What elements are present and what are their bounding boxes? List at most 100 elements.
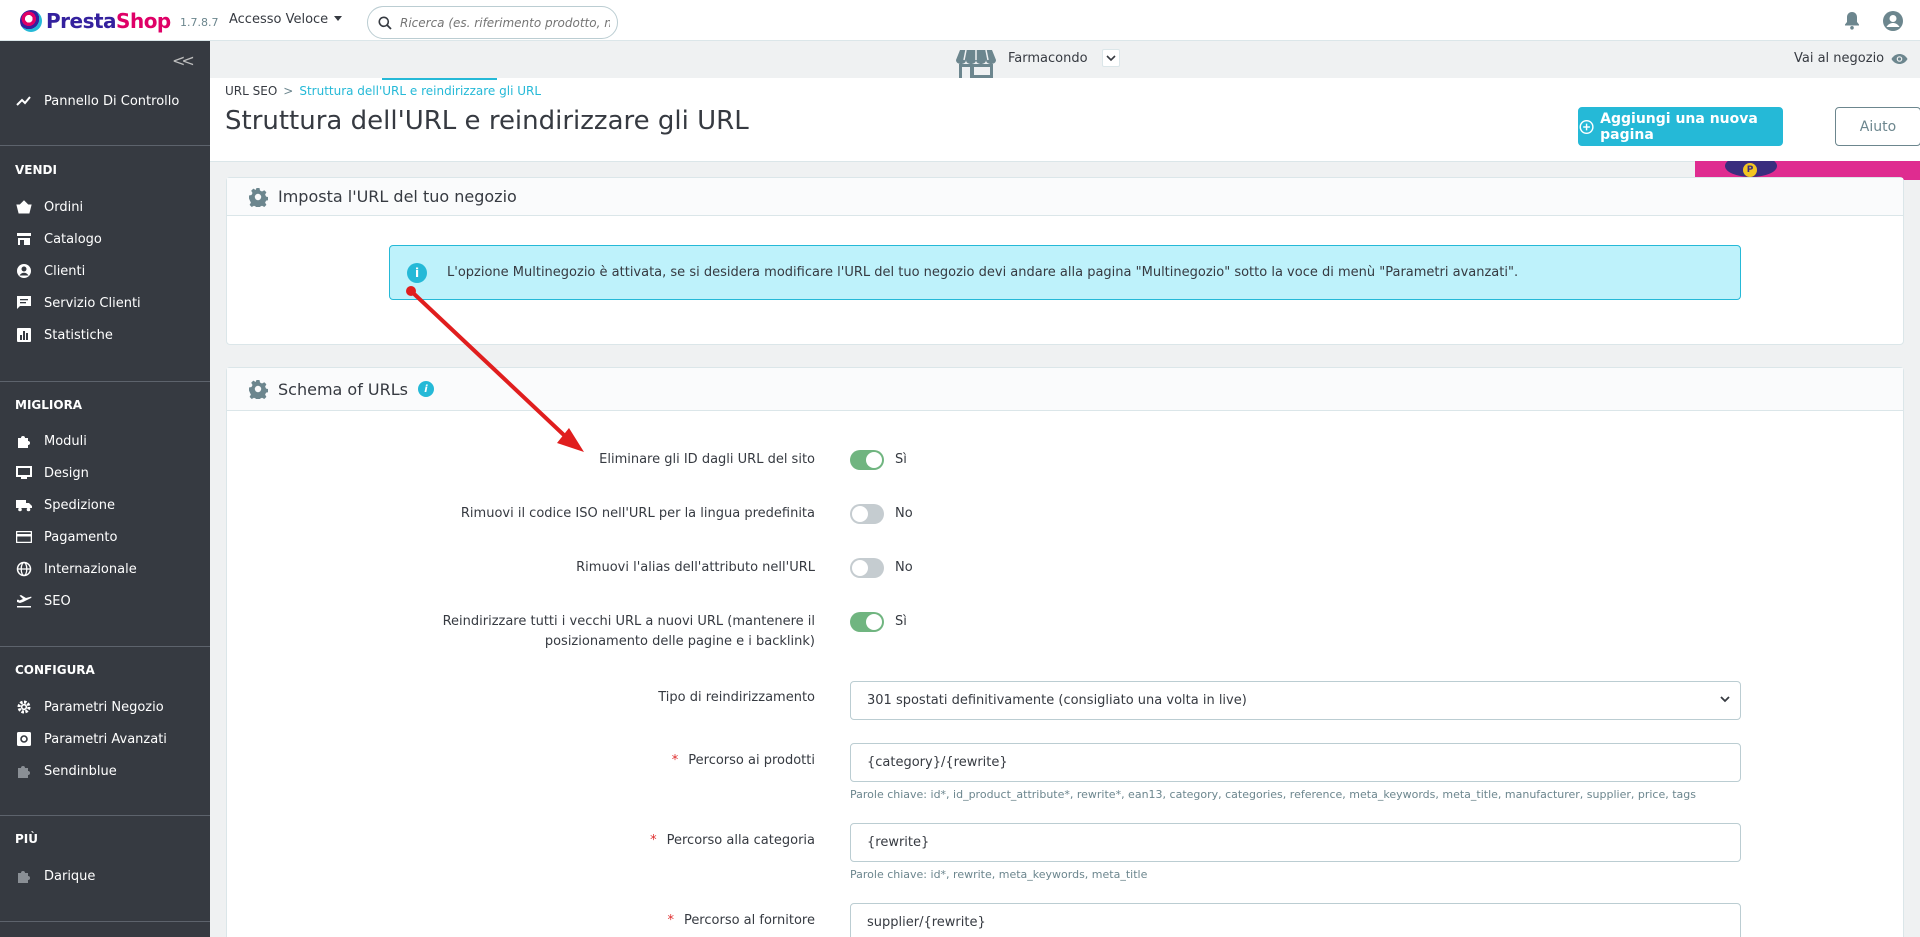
- sidebar-item-label: Ordini: [44, 199, 84, 215]
- sidebar-item-label: Spedizione: [44, 497, 115, 513]
- sidebar-section-sell: VENDI: [15, 163, 57, 177]
- shop-name: Farmacondo: [1008, 51, 1088, 66]
- brand-name-part1: Presta: [46, 9, 117, 33]
- prestashop-logo[interactable]: PrestaShop: [20, 9, 171, 33]
- switch-knob: [866, 452, 882, 468]
- switch-knob: [852, 560, 868, 576]
- remove-attribute-alias-switch[interactable]: [850, 558, 884, 578]
- sidebar-divider: [0, 815, 210, 816]
- sidebar-section-improve: MIGLIORA: [15, 398, 83, 412]
- sidebar-item-label: Servizio Clienti: [44, 295, 141, 311]
- desktop-icon: [16, 465, 32, 481]
- sidebar-section-configure: CONFIGURA: [15, 663, 95, 677]
- search-input[interactable]: [400, 14, 610, 32]
- required-marker: *: [667, 913, 674, 928]
- sidebar-item-darique[interactable]: Darique: [16, 866, 95, 886]
- redirect-old-urls-label: Reindirizzare tutti i vecchi URL a nuovi…: [443, 612, 815, 652]
- supplier-route-label-text: Percorso al fornitore: [683, 913, 815, 928]
- sidebar-item-stats[interactable]: Statistiche: [16, 325, 113, 345]
- sidebar-item-label: Design: [44, 465, 89, 481]
- remove-ids-label: Eliminare gli ID dagli URL del sito: [599, 452, 815, 467]
- add-circle-icon: [1579, 119, 1594, 134]
- sidebar-item-payment[interactable]: Pagamento: [16, 527, 117, 547]
- settings-gear-icon: [16, 699, 32, 715]
- sidebar-item-customer-service[interactable]: Servizio Clienti: [16, 293, 141, 313]
- view-shop-link[interactable]: Vai al negozio: [1794, 51, 1908, 66]
- breadcrumb: URL SEO > Struttura dell'URL e reindirizza…: [225, 84, 541, 98]
- info-icon: i: [407, 262, 427, 283]
- search-box[interactable]: [367, 6, 618, 39]
- sidebar-item-label: Parametri Negozio: [44, 699, 164, 715]
- add-new-page-button[interactable]: Aggiungi una nuova pagina: [1578, 107, 1783, 146]
- sidebar-item-label: SEO: [44, 593, 71, 609]
- panel-title: Imposta l'URL del tuo negozio: [278, 187, 517, 206]
- remove-iso-state: No: [895, 506, 913, 521]
- panel-title: Schema of URLs: [278, 379, 408, 399]
- redirect-old-urls-switch[interactable]: [850, 612, 884, 632]
- required-marker: *: [671, 753, 679, 768]
- user-profile-icon[interactable]: [1882, 10, 1904, 32]
- sidebar-item-catalog[interactable]: Catalogo: [16, 229, 102, 249]
- redirect-old-urls-label-line1: Reindirizzare tutti i vecchi URL a nuovi…: [442, 614, 815, 629]
- sidebar-item-advanced-parameters[interactable]: Parametri Avanzati: [16, 729, 167, 749]
- collapse-sidebar-icon[interactable]: <<: [172, 51, 195, 70]
- alert-text: L'opzione Multinegozio è attivata, se si…: [447, 265, 1519, 280]
- trending-up-icon: [16, 93, 32, 109]
- sidebar-item-label: Catalogo: [44, 231, 102, 247]
- supplier-route-input[interactable]: supplier/{rewrite}: [850, 903, 1741, 937]
- shop-url-panel: Imposta l'URL del tuo negozio i L'opzion…: [226, 177, 1904, 345]
- sidebar-item-modules[interactable]: Moduli: [16, 431, 87, 451]
- brand-name-part2: Shop: [116, 9, 171, 33]
- redirect-type-select[interactable]: 301 spostati definitivamente (consigliat…: [850, 681, 1741, 720]
- panel-header: Schema of URLs i: [227, 368, 1903, 411]
- product-route-label: * Percorso ai prodotti: [672, 751, 815, 771]
- product-route-input[interactable]: {category}/{rewrite}: [850, 743, 1741, 782]
- breadcrumb-separator: >: [283, 84, 294, 98]
- sidebar-divider: [0, 921, 210, 922]
- redirect-type-value: 301 spostati definitivamente (consigliat…: [867, 693, 1247, 708]
- sidebar-divider: [0, 381, 210, 382]
- eye-icon: [1891, 53, 1908, 64]
- truck-icon: [16, 497, 32, 513]
- chat-icon: [16, 295, 32, 311]
- top-header: PrestaShop 1.7.8.7 Accesso Veloce: [0, 0, 1920, 41]
- puzzle-icon: [16, 433, 32, 449]
- sidebar-item-sendinblue[interactable]: Sendinblue: [16, 761, 117, 781]
- search-icon: [378, 16, 392, 30]
- remove-iso-switch[interactable]: [850, 504, 884, 524]
- sidebar-item-customers[interactable]: Clienti: [16, 261, 85, 281]
- version-label: 1.7.8.7: [180, 16, 219, 29]
- basket-icon: [16, 199, 32, 215]
- storefront-icon: [956, 49, 996, 79]
- sidebar-item-label: Parametri Avanzati: [44, 731, 167, 747]
- sidebar-item-dashboard[interactable]: Pannello Di Controllo: [16, 91, 179, 111]
- panel-header: Imposta l'URL del tuo negozio: [227, 178, 1903, 216]
- redirect-old-urls-label-line2: posizionamento delle pagine e i backlink…: [544, 634, 815, 649]
- promo-badge-icon: P: [1743, 163, 1757, 177]
- sidebar-item-label: Pagamento: [44, 529, 118, 545]
- sidebar-item-shipping[interactable]: Spedizione: [16, 495, 115, 515]
- category-route-input[interactable]: {rewrite}: [850, 823, 1741, 862]
- shop-selector-dropdown[interactable]: [1102, 49, 1120, 67]
- notifications-bell-icon[interactable]: [1844, 11, 1860, 30]
- quick-access-dropdown[interactable]: Accesso Veloce: [229, 12, 342, 27]
- sidebar-item-shop-parameters[interactable]: Parametri Negozio: [16, 697, 164, 717]
- sidebar-item-seo[interactable]: SEO: [16, 591, 71, 611]
- breadcrumb-current[interactable]: Struttura dell'URL e reindirizzare gli U…: [299, 84, 541, 98]
- sidebar-item-orders[interactable]: Ordini: [16, 197, 83, 217]
- switch-knob: [852, 506, 868, 522]
- chevron-down-icon: [1720, 696, 1730, 703]
- breadcrumb-parent[interactable]: URL SEO: [225, 84, 277, 98]
- sidebar-divider: [0, 145, 210, 146]
- redirect-old-urls-state: Sì: [895, 614, 907, 629]
- sidebar-item-international[interactable]: Internazionale: [16, 559, 137, 579]
- sidebar-item-design[interactable]: Design: [16, 463, 89, 483]
- store-icon: [16, 231, 32, 247]
- remove-ids-switch[interactable]: [850, 450, 884, 470]
- info-tooltip-icon[interactable]: i: [418, 381, 434, 397]
- bar-chart-icon: [16, 327, 32, 343]
- add-new-page-label: Aggiungi una nuova pagina: [1600, 110, 1758, 143]
- flight-takeoff-icon: [16, 593, 32, 609]
- redirect-type-label: Tipo di reindirizzamento: [658, 690, 815, 705]
- help-button[interactable]: Aiuto: [1835, 107, 1920, 146]
